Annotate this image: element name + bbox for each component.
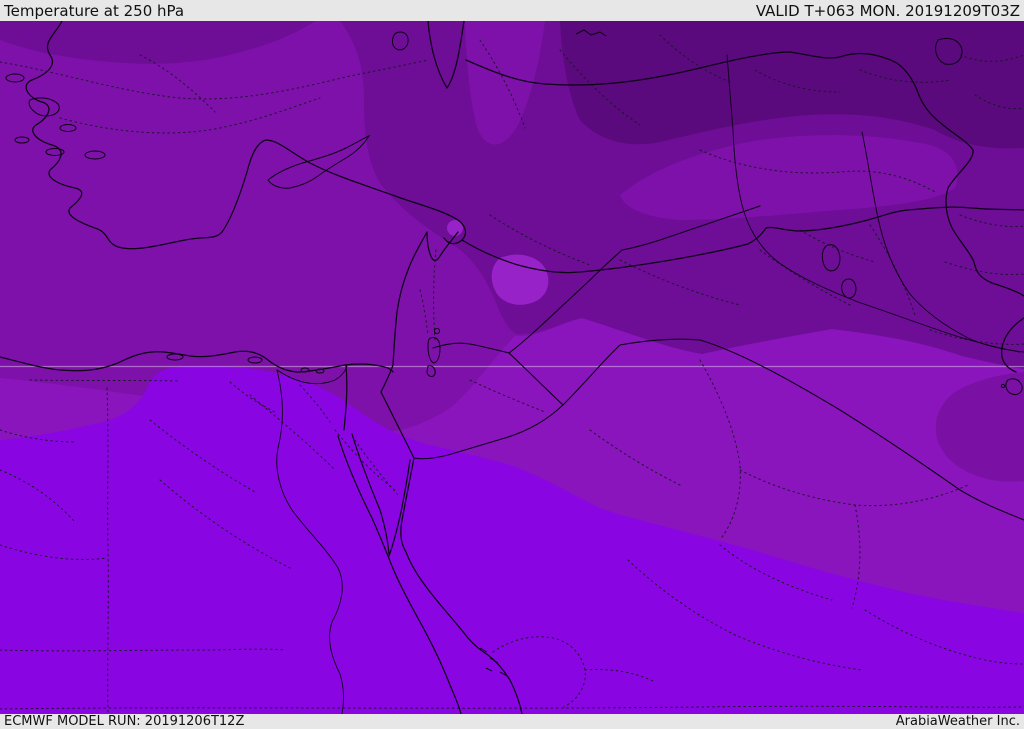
weather-chart-page: { "header": { "title": "Temperature at 2… <box>0 0 1024 729</box>
weather-map <box>0 21 1024 714</box>
valid-time-label: VALID T+063 MON. 20191209T03Z <box>755 1 1020 20</box>
model-run-label: ECMWF MODEL RUN: 20191206T12Z <box>4 714 245 729</box>
temperature-shading <box>0 21 1024 714</box>
chart-title: Temperature at 250 hPa <box>4 1 185 20</box>
header-bar: Temperature at 250 hPa VALID T+063 MON. … <box>0 0 1024 21</box>
shade-warm-spot-damascus <box>491 254 549 305</box>
brand-label: ArabiaWeather Inc. <box>895 714 1020 729</box>
footer-bar: ECMWF MODEL RUN: 20191206T12Z ArabiaWeat… <box>0 714 1024 729</box>
